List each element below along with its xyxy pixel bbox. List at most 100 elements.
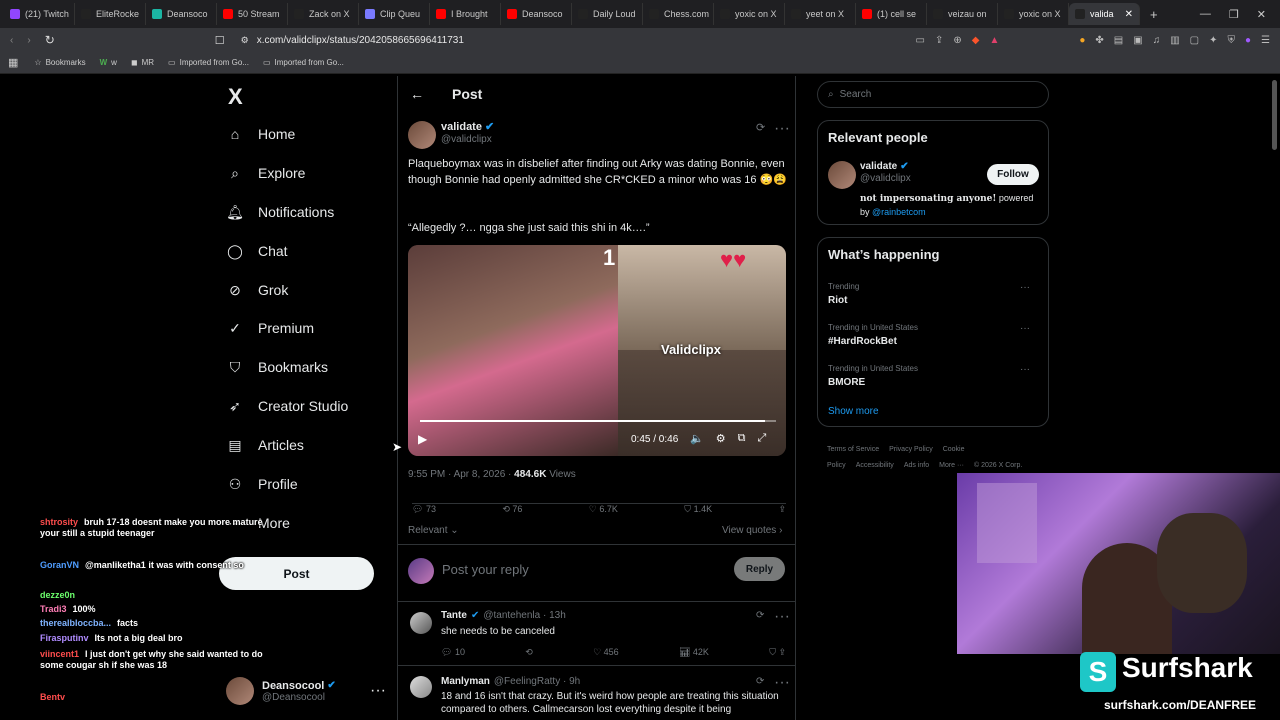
bookmark-icon[interactable]: ⛉ ⇪ xyxy=(769,647,786,658)
extension-icon[interactable]: ● xyxy=(1079,35,1085,46)
bookmark-folder[interactable]: ▭ Imported from Go... xyxy=(263,58,344,67)
sidebar-item-premium[interactable]: ✓ Premium xyxy=(226,319,314,337)
follow-button[interactable]: Follow xyxy=(987,164,1039,185)
fullscreen-icon[interactable]: ⤢ xyxy=(757,432,766,445)
browser-tab[interactable]: I Brought xyxy=(430,3,501,25)
reply-item[interactable]: Tante ✔ @tantehenla · 13h ⟳ ··· she need… xyxy=(398,602,795,666)
show-more-link[interactable]: Show more xyxy=(828,406,879,417)
zoom-icon[interactable]: ⊕ xyxy=(953,35,961,46)
bookmark-folder[interactable]: ▭ Imported from Go... xyxy=(168,58,249,67)
reply-author-name[interactable]: Manlyman xyxy=(441,676,490,687)
sort-dropdown[interactable]: Relevant ⌄ xyxy=(408,525,459,536)
footer-link[interactable]: © 2026 X Corp. xyxy=(974,462,1022,469)
browser-tab[interactable]: Daily Loud xyxy=(572,3,643,25)
music-icon[interactable]: ♫ xyxy=(1153,35,1161,46)
sidebar-item-creator-studio[interactable]: ➶ Creator Studio xyxy=(226,397,348,415)
brave-shield-icon[interactable]: ◆ xyxy=(972,35,980,46)
vpn-icon[interactable]: ⛨ xyxy=(1227,35,1235,46)
video-player[interactable]: 1 ♥♥ Validclipx ▶ 0:45 / 0:46 🔈 ⚙ ⧉ ⤢ xyxy=(408,245,786,456)
share-icon[interactable]: ⇪ xyxy=(935,35,943,46)
like-action[interactable]: ♡ 456 xyxy=(593,647,619,658)
volume-icon[interactable]: 🔈 xyxy=(690,432,704,445)
browser-tab[interactable]: 50 Stream xyxy=(217,3,288,25)
panel-icon[interactable]: ▢ xyxy=(1190,35,1199,46)
more-options-icon[interactable]: ··· xyxy=(1020,364,1030,375)
back-arrow-icon[interactable]: ← xyxy=(410,86,424,102)
close-tab-icon[interactable]: ✕ xyxy=(1125,9,1133,20)
reply-avatar[interactable] xyxy=(410,676,432,698)
view-quotes-link[interactable]: View quotes › xyxy=(722,525,782,536)
site-info-icon[interactable]: ⚙ xyxy=(241,35,249,46)
browser-tab[interactable]: Chess.com xyxy=(643,3,714,25)
leo-icon[interactable]: ✦ xyxy=(1209,35,1217,46)
sidebar-item-chat[interactable]: ◯ Chat xyxy=(226,242,287,260)
trend-item[interactable]: Trending in United States #HardRockBet ··· xyxy=(828,323,1040,347)
sidebar-item-explore[interactable]: ⌕ Explore xyxy=(226,164,305,182)
browser-tab[interactable]: yoxic on X xyxy=(714,3,785,25)
forward-icon[interactable]: › xyxy=(27,35,30,46)
footer-link[interactable]: More ··· xyxy=(939,462,964,469)
play-icon[interactable]: ▶ xyxy=(418,432,427,446)
sidebar-item-home[interactable]: ⌂ Home xyxy=(226,125,296,143)
new-tab-button[interactable]: + xyxy=(1150,7,1158,22)
sidebar-item-articles[interactable]: ▤ Articles xyxy=(226,436,304,454)
browser-tab[interactable]: (1) cell se xyxy=(856,3,927,25)
grok-explain-icon[interactable]: ⟳ xyxy=(756,676,764,687)
footer-link[interactable]: Terms of Service xyxy=(827,446,879,453)
browser-tab[interactable]: veizau on xyxy=(927,3,998,25)
like-action[interactable]: ♡ 6.7K xyxy=(589,504,618,515)
reply-button[interactable]: Reply xyxy=(734,557,785,581)
reply-input[interactable]: Post your reply xyxy=(442,562,529,577)
reload-icon[interactable]: ↻ xyxy=(45,33,55,47)
more-options-icon[interactable]: ··· xyxy=(1020,282,1030,293)
grok-explain-icon[interactable]: ⟳ xyxy=(756,121,765,134)
sidebar-icon[interactable]: ▤ xyxy=(1114,35,1123,46)
sidebar-item-grok[interactable]: ⊘ Grok xyxy=(226,281,288,299)
footer-link[interactable]: Accessibility xyxy=(856,462,894,469)
browser-tab[interactable]: yoxic on X xyxy=(998,3,1069,25)
bookmark-item[interactable]: ◼ MR xyxy=(131,58,154,67)
bookmark-action[interactable]: ⛉ 1.4K xyxy=(684,504,712,515)
person-name[interactable]: validate xyxy=(860,161,897,172)
browser-tab[interactable]: yeet on X xyxy=(785,3,856,25)
apps-grid-icon[interactable]: ▦ xyxy=(8,56,18,69)
author-avatar[interactable] xyxy=(408,121,436,149)
reply-action[interactable]: 💬︎ 73 xyxy=(412,504,436,515)
reading-icon[interactable]: ▥ xyxy=(1170,35,1179,46)
browser-tab[interactable]: Deansoco xyxy=(146,3,217,25)
browser-tab[interactable]: Deansoco xyxy=(501,3,572,25)
restore-icon[interactable]: ❐ xyxy=(1229,8,1239,21)
settings-icon[interactable]: ⚙ xyxy=(716,432,726,445)
puzzle-icon[interactable]: ✤ xyxy=(1095,35,1103,46)
reply-action[interactable]: 💬︎ 10 xyxy=(441,647,465,658)
more-options-icon[interactable]: ··· xyxy=(1020,323,1030,334)
cast-icon[interactable]: ▭ xyxy=(916,35,925,46)
post-timestamp[interactable]: 9:55 PM · Apr 8, 2026 · xyxy=(408,469,514,480)
bio-link[interactable]: @rainbetcom xyxy=(872,207,926,217)
trend-item[interactable]: Trending Riot ··· xyxy=(828,282,1040,306)
sidebar-item-profile[interactable]: ⚇ Profile xyxy=(226,475,298,493)
bookmark-item[interactable]: Ww xyxy=(100,58,117,67)
share-icon[interactable]: ⇪ xyxy=(778,504,786,515)
menu-icon[interactable]: ☰ xyxy=(1261,35,1270,46)
pip-icon[interactable]: ⧉ xyxy=(738,432,746,445)
wallet-icon[interactable]: ▣ xyxy=(1133,35,1142,46)
browser-tab[interactable]: (21) Twitch xyxy=(4,3,75,25)
footer-link[interactable]: Ads info xyxy=(904,462,929,469)
search-box[interactable]: ⌕ Search xyxy=(817,81,1049,108)
page-scrollbar[interactable] xyxy=(1272,80,1277,150)
browser-tab[interactable]: EliteRocke xyxy=(75,3,146,25)
person-avatar[interactable] xyxy=(828,161,856,189)
video-progress-track[interactable] xyxy=(420,420,776,422)
x-logo[interactable]: X xyxy=(228,84,243,110)
author-name[interactable]: validate xyxy=(441,121,482,133)
search-input[interactable]: Search xyxy=(840,89,872,100)
views-action[interactable]: 📊︎ 42K xyxy=(679,647,709,658)
back-icon[interactable]: ‹ xyxy=(10,35,13,46)
trend-item[interactable]: Trending in United States BMORE ··· xyxy=(828,364,1040,388)
repost-icon[interactable]: ⟲ xyxy=(525,647,533,658)
reply-author-name[interactable]: Tante xyxy=(441,610,467,621)
browser-tab[interactable]: valida ✕ xyxy=(1069,3,1140,25)
more-options-icon[interactable]: ··· xyxy=(370,682,386,700)
brave-rewards-icon[interactable]: ▲ xyxy=(989,35,999,46)
